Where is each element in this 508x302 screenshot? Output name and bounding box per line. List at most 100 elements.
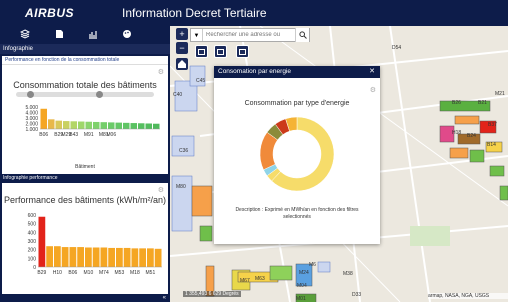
bar: [147, 248, 154, 267]
app-header: AIRBUS Information Decret Tertiaire: [0, 0, 508, 26]
building-label[interactable]: M04: [297, 283, 307, 289]
chevron-down-icon[interactable]: ▼: [191, 29, 203, 41]
bar: [108, 247, 115, 267]
zoom-in-button[interactable]: +: [176, 28, 188, 40]
bar: [93, 121, 100, 129]
y-tick-label: 0: [33, 265, 36, 271]
x-tick-label: M06: [106, 132, 116, 138]
widget-button-3[interactable]: [236, 45, 249, 58]
bar: [48, 119, 55, 129]
bar: [116, 247, 123, 267]
bar: [92, 247, 100, 267]
settings-icon[interactable]: ⚙: [158, 186, 164, 194]
x-tick-label: M10: [84, 270, 94, 276]
close-icon[interactable]: ✕: [369, 66, 375, 78]
widget-button-1[interactable]: [195, 45, 208, 58]
building-label[interactable]: H18: [452, 130, 461, 136]
performance-bar-chart: 600 500 400 300 200 100 0B29 H10 B06 M10 M74 M53 M18…: [28, 213, 162, 276]
x-tick-label: B43: [69, 132, 78, 138]
building-label[interactable]: M21: [495, 91, 505, 97]
bar: [85, 121, 92, 129]
consumption-card: Performance en fonction de la consommati…: [2, 56, 168, 174]
palette-icon[interactable]: [120, 29, 134, 42]
settings-icon[interactable]: ⚙: [158, 68, 164, 76]
bar: [40, 108, 47, 129]
building-label[interactable]: B26: [452, 100, 461, 106]
x-tick-label: M18: [130, 270, 140, 276]
search-input[interactable]: [203, 29, 295, 41]
consumption-range-slider[interactable]: [16, 91, 154, 98]
bar: [145, 123, 152, 129]
building-label[interactable]: M67: [240, 278, 250, 284]
y-tick-label: 100: [28, 256, 37, 262]
y-tick-label: 300: [28, 239, 37, 245]
building-label[interactable]: D33: [352, 292, 361, 298]
bar: [153, 123, 160, 129]
x-tick-label: B06: [39, 132, 48, 138]
y-tick-label: 600: [28, 213, 37, 219]
sidebar-toolbar: [0, 26, 170, 44]
y-tick-label: 500: [28, 222, 37, 228]
document-icon[interactable]: [52, 29, 66, 42]
x-tick-label: M51: [146, 270, 156, 276]
y-tick-label: 400: [28, 230, 37, 236]
building-label[interactable]: M01: [296, 296, 306, 302]
building-label[interactable]: D54: [392, 45, 401, 51]
y-tick-label: 1.000: [25, 127, 38, 133]
collapse-panel-button[interactable]: «: [0, 294, 170, 302]
bar: [123, 122, 130, 129]
building-label[interactable]: M24: [299, 270, 309, 276]
consumption-x-axis-label: Bâtiment: [75, 164, 95, 170]
slider-handle-min[interactable]: [27, 91, 35, 98]
x-tick-label: H10: [53, 270, 62, 276]
building-label[interactable]: M63: [255, 276, 265, 282]
building-label[interactable]: C45: [196, 78, 205, 84]
search-icon[interactable]: [295, 28, 309, 42]
app-title: Information Decret Tertiaire: [122, 6, 267, 20]
bar: [38, 216, 46, 267]
bar: [77, 247, 84, 267]
settings-icon[interactable]: ⚙: [370, 86, 376, 94]
x-tick-label: B29: [37, 270, 46, 276]
building-label[interactable]: B14: [487, 142, 496, 148]
performance-chart-title: Performance des bâtiments (kWh/m²/an): [3, 195, 167, 205]
map-attribution: armap, NASA, NGA, USGS: [428, 293, 508, 299]
building-label[interactable]: B24: [467, 133, 476, 139]
slider-handle-max[interactable]: [96, 91, 104, 98]
building-label[interactable]: M80: [176, 184, 186, 190]
building-label[interactable]: B21: [478, 100, 487, 106]
bar: [85, 247, 92, 267]
consumption-chart-title: Consommation totale des bâtiments: [13, 80, 157, 90]
zoom-out-button[interactable]: −: [176, 42, 188, 54]
building-label[interactable]: B37: [488, 122, 497, 128]
x-tick-label: M53: [115, 270, 125, 276]
bar: [55, 120, 62, 129]
chart-icon[interactable]: [86, 29, 100, 42]
building-label[interactable]: M6: [309, 262, 316, 268]
building-label[interactable]: C40: [173, 92, 182, 98]
bar: [61, 247, 69, 267]
bar: [54, 246, 61, 267]
bar: [131, 248, 139, 267]
y-tick-label: 200: [28, 248, 37, 254]
bar: [100, 122, 107, 129]
layers-icon[interactable]: [18, 28, 32, 42]
performance-card: ⚙ Performance des bâtiments (kWh/m²/an) …: [2, 183, 168, 294]
tab-performance-consumption[interactable]: Performance en fonction de la consommati…: [2, 56, 168, 65]
bar: [63, 121, 70, 129]
brand-logo: AIRBUS: [25, 6, 75, 20]
widget-button-2[interactable]: [214, 45, 227, 58]
home-icon: [178, 60, 186, 68]
bar: [138, 123, 145, 129]
bar: [139, 248, 146, 267]
energy-donut-chart: [259, 116, 335, 192]
energy-chart-description: Description : Exprimé en MWh/an en fonct…: [235, 207, 359, 220]
building-label[interactable]: C36: [179, 148, 188, 154]
x-tick-label: M91: [84, 132, 94, 138]
consumption-bar-chart: 5.0004.0003.0002.0001.000B06 B29M29B43 M91…: [25, 105, 160, 138]
popup-title: Consomation par energie: [218, 68, 291, 75]
bar: [123, 247, 131, 267]
bar: [130, 123, 137, 129]
home-button[interactable]: [176, 58, 188, 70]
building-label[interactable]: M38: [343, 271, 353, 277]
